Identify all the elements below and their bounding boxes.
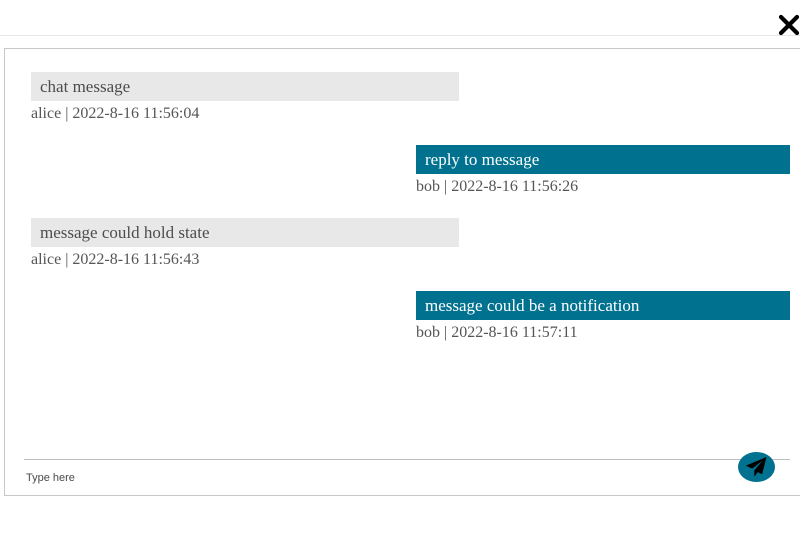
message-outgoing: message could be a notification bob | 20… — [416, 291, 790, 342]
message-bubble: message could hold state — [31, 218, 459, 247]
message-meta: alice | 2022-8-16 11:56:43 — [31, 251, 200, 268]
send-button[interactable] — [738, 452, 775, 482]
message-bubble: reply to message — [416, 145, 790, 174]
message-incoming: message could hold state alice | 2022-8-… — [31, 218, 459, 269]
message-input[interactable] — [24, 460, 726, 495]
close-icon — [778, 14, 800, 36]
header-divider — [0, 35, 800, 36]
message-meta: bob | 2022-8-16 11:57:11 — [416, 324, 578, 341]
composer — [24, 459, 790, 495]
paper-plane-icon — [745, 457, 767, 477]
message-bubble: chat message — [31, 72, 459, 101]
chat-panel: chat message alice | 2022-8-16 11:56:04 … — [4, 48, 800, 496]
message-bubble: message could be a notification — [416, 291, 790, 320]
message-incoming: chat message alice | 2022-8-16 11:56:04 — [31, 72, 459, 123]
message-meta: bob | 2022-8-16 11:56:26 — [416, 178, 579, 195]
message-outgoing: reply to message bob | 2022-8-16 11:56:2… — [416, 145, 790, 196]
message-meta: alice | 2022-8-16 11:56:04 — [31, 105, 200, 122]
close-button[interactable] — [776, 12, 800, 38]
